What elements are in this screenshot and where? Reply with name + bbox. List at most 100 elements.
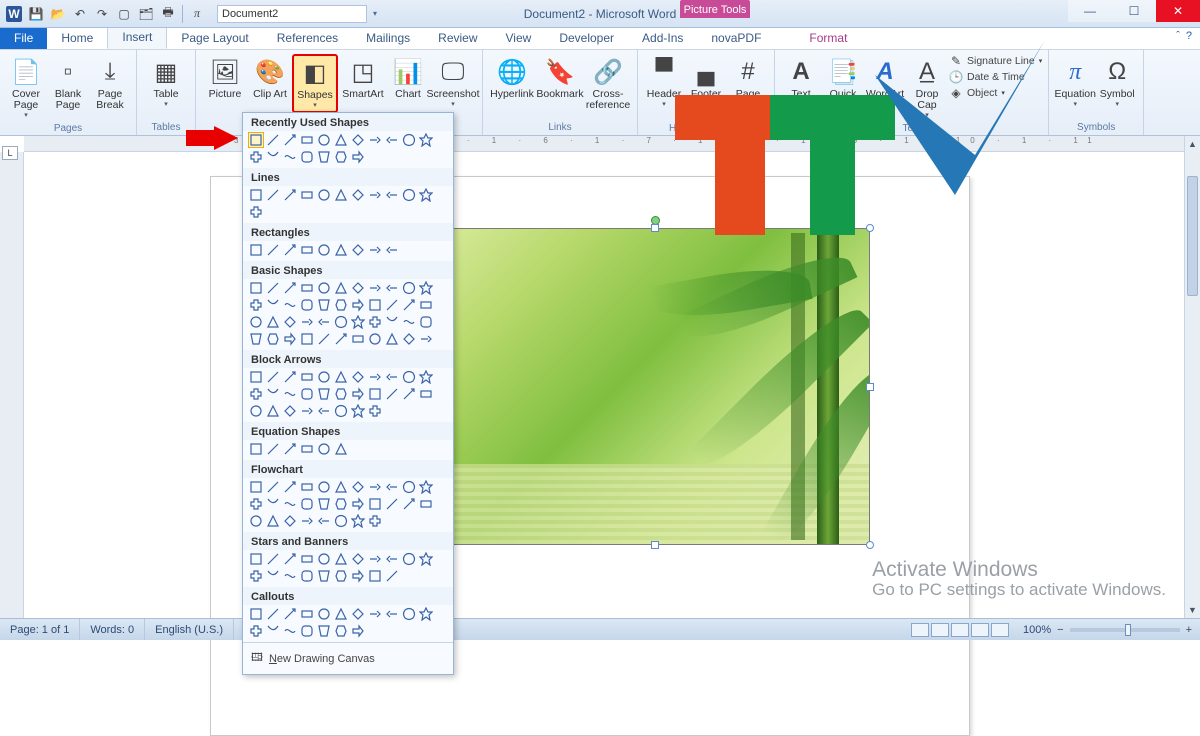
shape-option[interactable] (283, 569, 297, 583)
picture-button[interactable]: 🖼Picture (202, 54, 248, 103)
shape-option[interactable] (300, 332, 314, 346)
tab-developer[interactable]: Developer (545, 27, 628, 49)
view-web-layout[interactable] (951, 623, 969, 637)
document-name-field[interactable]: Document2 (217, 5, 367, 23)
shape-option[interactable] (317, 298, 331, 312)
shape-option[interactable] (334, 332, 348, 346)
shape-option[interactable] (249, 569, 263, 583)
shape-option[interactable] (249, 133, 263, 147)
shape-option[interactable] (300, 624, 314, 638)
shape-option[interactable] (419, 387, 433, 401)
shape-option[interactable] (283, 150, 297, 164)
shape-option[interactable] (266, 298, 280, 312)
shape-option[interactable] (249, 332, 263, 346)
shape-option[interactable] (283, 624, 297, 638)
shape-option[interactable] (317, 243, 331, 257)
shape-option[interactable] (368, 298, 382, 312)
shape-option[interactable] (283, 281, 297, 295)
tab-view[interactable]: View (492, 27, 546, 49)
shape-option[interactable] (351, 332, 365, 346)
shape-option[interactable] (300, 442, 314, 456)
folder-icon[interactable]: 🗂 (138, 6, 154, 22)
shape-option[interactable] (249, 497, 263, 511)
shape-option[interactable] (317, 188, 331, 202)
shape-option[interactable] (402, 480, 416, 494)
chart-button[interactable]: 📊Chart (388, 54, 428, 103)
shape-option[interactable] (334, 188, 348, 202)
shape-option[interactable] (300, 514, 314, 528)
shape-option[interactable] (266, 133, 280, 147)
status-words[interactable]: Words: 0 (80, 619, 145, 640)
scroll-up-icon[interactable]: ▲ (1185, 136, 1200, 152)
shape-option[interactable] (249, 404, 263, 418)
scroll-thumb[interactable] (1187, 176, 1198, 296)
shape-option[interactable] (402, 387, 416, 401)
shape-option[interactable] (317, 552, 331, 566)
shape-option[interactable] (334, 387, 348, 401)
shape-option[interactable] (419, 281, 433, 295)
close-button[interactable]: ✕ (1156, 0, 1200, 22)
shape-option[interactable] (283, 298, 297, 312)
shape-option[interactable] (300, 387, 314, 401)
shape-option[interactable] (266, 188, 280, 202)
shape-option[interactable] (419, 133, 433, 147)
shape-option[interactable] (402, 332, 416, 346)
shape-option[interactable] (249, 205, 263, 219)
equation-pi-icon[interactable]: π (189, 6, 205, 22)
shape-option[interactable] (334, 552, 348, 566)
shape-option[interactable] (249, 243, 263, 257)
shape-option[interactable] (419, 480, 433, 494)
shape-option[interactable] (368, 133, 382, 147)
shape-option[interactable] (300, 607, 314, 621)
shape-option[interactable] (402, 281, 416, 295)
equation-button[interactable]: πEquation▾ (1055, 54, 1095, 111)
shape-option[interactable] (300, 188, 314, 202)
shape-option[interactable] (266, 332, 280, 346)
shape-option[interactable] (266, 624, 280, 638)
shape-option[interactable] (368, 514, 382, 528)
shape-option[interactable] (266, 607, 280, 621)
shape-option[interactable] (283, 480, 297, 494)
shape-option[interactable] (351, 607, 365, 621)
screenshot-button[interactable]: 🖵Screenshot▾ (430, 54, 476, 111)
shape-option[interactable] (249, 281, 263, 295)
shape-option[interactable] (385, 188, 399, 202)
tab-home[interactable]: Home (47, 27, 107, 49)
shape-option[interactable] (334, 370, 348, 384)
shape-option[interactable] (385, 497, 399, 511)
shape-option[interactable] (317, 315, 331, 329)
shape-option[interactable] (368, 188, 382, 202)
crossref-button[interactable]: 🔗Cross-reference (585, 54, 631, 114)
shape-option[interactable] (402, 607, 416, 621)
shape-option[interactable] (300, 133, 314, 147)
clipart-button[interactable]: 🎨Clip Art (250, 54, 290, 103)
shape-option[interactable] (283, 243, 297, 257)
shape-option[interactable] (283, 442, 297, 456)
shape-option[interactable] (385, 243, 399, 257)
shape-option[interactable] (419, 315, 433, 329)
shape-option[interactable] (283, 370, 297, 384)
shape-option[interactable] (351, 497, 365, 511)
shape-option[interactable] (249, 315, 263, 329)
shape-option[interactable] (249, 480, 263, 494)
tab-insert[interactable]: Insert (107, 25, 167, 49)
shape-option[interactable] (266, 480, 280, 494)
print-icon[interactable]: 🖶 (160, 6, 176, 22)
shape-option[interactable] (300, 243, 314, 257)
shape-option[interactable] (419, 607, 433, 621)
shape-option[interactable] (266, 569, 280, 583)
new-doc-icon[interactable]: ▢ (116, 6, 132, 22)
zoom-slider[interactable] (1070, 628, 1180, 632)
shape-option[interactable] (249, 370, 263, 384)
shape-option[interactable] (419, 332, 433, 346)
minimize-button[interactable]: — (1068, 0, 1112, 22)
shape-option[interactable] (351, 569, 365, 583)
resize-handle-s[interactable] (651, 541, 659, 549)
shape-option[interactable] (351, 150, 365, 164)
shape-option[interactable] (334, 315, 348, 329)
shape-option[interactable] (385, 281, 399, 295)
shape-option[interactable] (317, 387, 331, 401)
shape-option[interactable] (249, 624, 263, 638)
shape-option[interactable] (317, 607, 331, 621)
shape-option[interactable] (402, 298, 416, 312)
